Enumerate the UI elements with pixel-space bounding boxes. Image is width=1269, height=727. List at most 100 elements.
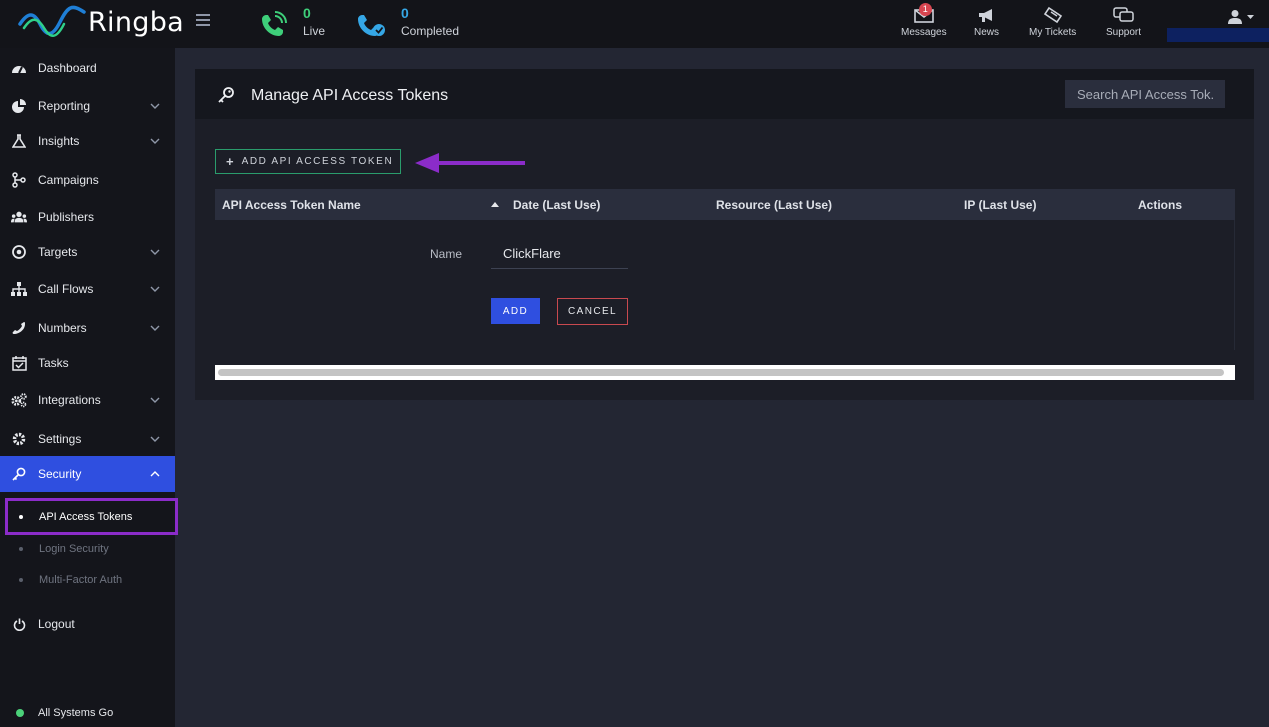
add-api-access-token-button[interactable]: + ADD API ACCESS TOKEN	[215, 149, 401, 174]
completed-label: Completed	[401, 24, 460, 38]
sidebar-item-targets[interactable]: Targets	[0, 234, 175, 270]
completed-calls-stat[interactable]: 0 Completed	[356, 4, 459, 40]
cogs-icon	[11, 393, 27, 408]
gear-icon	[12, 432, 26, 446]
column-header-name[interactable]: API Access Token Name	[222, 198, 361, 212]
chevron-down-icon	[150, 138, 160, 144]
bullet-icon	[19, 578, 23, 582]
phone-completed-icon	[358, 15, 385, 36]
nav-support-label: Support	[1106, 27, 1142, 38]
plus-icon: +	[226, 154, 234, 169]
sidebar-item-numbers[interactable]: Numbers	[0, 310, 175, 346]
page-title: Manage API Access Tokens	[251, 87, 449, 104]
sitemap-icon	[11, 282, 27, 296]
calendar-check-icon	[11, 355, 27, 371]
sidebar-item-label: Logout	[38, 617, 75, 631]
bullet-icon	[19, 515, 23, 519]
branch-icon	[12, 172, 26, 188]
power-icon	[13, 618, 25, 631]
chevron-down-icon	[150, 436, 160, 442]
sidebar-item-integrations[interactable]: Integrations	[0, 382, 175, 418]
ticket-icon	[1043, 6, 1062, 24]
caret-down-icon	[1247, 15, 1254, 19]
messages-badge: 1	[918, 3, 932, 16]
ringba-logo[interactable]: Ringba	[18, 2, 184, 42]
column-header-date[interactable]: Date (Last Use)	[513, 198, 600, 212]
column-header-actions: Actions	[1138, 198, 1183, 212]
sidebar-item-label: Tasks	[38, 356, 69, 370]
sidebar-item-label: Targets	[38, 245, 78, 259]
status-dot-icon	[16, 709, 24, 717]
chat-bubbles-icon	[1112, 7, 1134, 22]
key-icon	[218, 87, 234, 103]
users-icon	[11, 211, 27, 223]
sidebar-subitem-api-access-tokens[interactable]: API Access Tokens	[0, 502, 175, 532]
sidebar-item-settings[interactable]: Settings	[0, 421, 175, 457]
ringba-wave-icon	[18, 5, 86, 37]
sidebar-item-reporting[interactable]: Reporting	[0, 88, 175, 124]
column-header-resource[interactable]: Resource (Last Use)	[716, 198, 832, 212]
nav-news[interactable]: News	[974, 6, 999, 38]
name-field-label: Name	[430, 247, 463, 261]
sidebar-item-publishers[interactable]: Publishers	[0, 199, 175, 235]
annotation-arrow-icon	[415, 153, 525, 173]
sidebar-item-label: Security	[38, 467, 82, 481]
system-status[interactable]: All Systems Go	[0, 700, 175, 726]
sidebar-item-label: Insights	[38, 134, 80, 148]
user-icon	[1228, 10, 1242, 24]
system-status-label: All Systems Go	[38, 707, 114, 719]
megaphone-icon	[978, 9, 992, 22]
nav-my-tickets-label: My Tickets	[1029, 27, 1077, 38]
header-accent-strip	[1167, 28, 1269, 42]
key-icon	[12, 467, 26, 481]
sidebar-subitem-label: Login Security	[39, 543, 109, 555]
sidebar: Dashboard Reporting Insights Campaigns P…	[0, 48, 178, 727]
add-api-access-token-label: ADD API ACCESS TOKEN	[241, 156, 394, 167]
bullet-icon	[19, 547, 23, 551]
top-bar: Ringba 0 Live 0 Completed 1 Messages New…	[0, 0, 1269, 48]
horizontal-scrollbar[interactable]	[215, 365, 1235, 380]
live-label: Live	[303, 24, 326, 38]
api-tokens-panel: Manage API Access Tokens + ADD API ACCES…	[195, 69, 1254, 400]
pie-chart-icon	[12, 99, 26, 113]
sidebar-item-label: Integrations	[38, 393, 101, 407]
column-header-ip[interactable]: IP (Last Use)	[964, 198, 1036, 212]
sidebar-item-label: Dashboard	[38, 61, 97, 75]
sort-ascending-icon[interactable]	[491, 202, 499, 207]
hamburger-menu-icon[interactable]	[196, 14, 210, 28]
sidebar-item-label: Settings	[38, 432, 82, 446]
sidebar-subitem-login-security[interactable]: Login Security	[0, 534, 175, 564]
sidebar-item-insights[interactable]: Insights	[0, 123, 175, 159]
chevron-up-icon	[150, 471, 160, 477]
sidebar-subitem-label: Multi-Factor Auth	[39, 574, 123, 586]
chevron-down-icon	[150, 286, 160, 292]
panel-header: Manage API Access Tokens	[195, 69, 1254, 119]
nav-messages[interactable]: 1 Messages	[901, 3, 947, 38]
live-calls-stat[interactable]: 0 Live	[258, 4, 325, 40]
sidebar-item-call-flows[interactable]: Call Flows	[0, 271, 175, 307]
sidebar-subitem-multi-factor-auth[interactable]: Multi-Factor Auth	[0, 565, 175, 595]
sidebar-item-label: Numbers	[38, 321, 87, 335]
flask-icon	[12, 134, 26, 148]
chevron-down-icon	[150, 325, 160, 331]
sidebar-item-security[interactable]: Security	[0, 456, 175, 492]
chevron-down-icon	[150, 103, 160, 109]
sidebar-item-logout[interactable]: Logout	[0, 606, 175, 642]
nav-my-tickets[interactable]: My Tickets	[1029, 6, 1076, 38]
user-menu[interactable]	[1228, 9, 1255, 25]
search-input[interactable]	[1065, 80, 1225, 108]
scrollbar-thumb[interactable]	[218, 369, 1224, 376]
token-name-input[interactable]	[491, 239, 628, 269]
sidebar-item-tasks[interactable]: Tasks	[0, 345, 175, 381]
table-header: API Access Token Name Date (Last Use) Re…	[215, 189, 1235, 220]
nav-news-label: News	[974, 27, 1000, 38]
sidebar-item-label: Campaigns	[38, 173, 99, 187]
nav-support[interactable]: Support	[1106, 6, 1141, 38]
sidebar-item-dashboard[interactable]: Dashboard	[0, 50, 175, 86]
cancel-button[interactable]: CANCEL	[557, 298, 628, 325]
sidebar-item-label: Reporting	[38, 99, 91, 113]
add-button[interactable]: ADD	[491, 298, 540, 324]
sidebar-item-campaigns[interactable]: Campaigns	[0, 162, 175, 198]
new-token-form-row: Name ADD CANCEL	[215, 220, 1235, 350]
nav-messages-label: Messages	[901, 27, 947, 38]
